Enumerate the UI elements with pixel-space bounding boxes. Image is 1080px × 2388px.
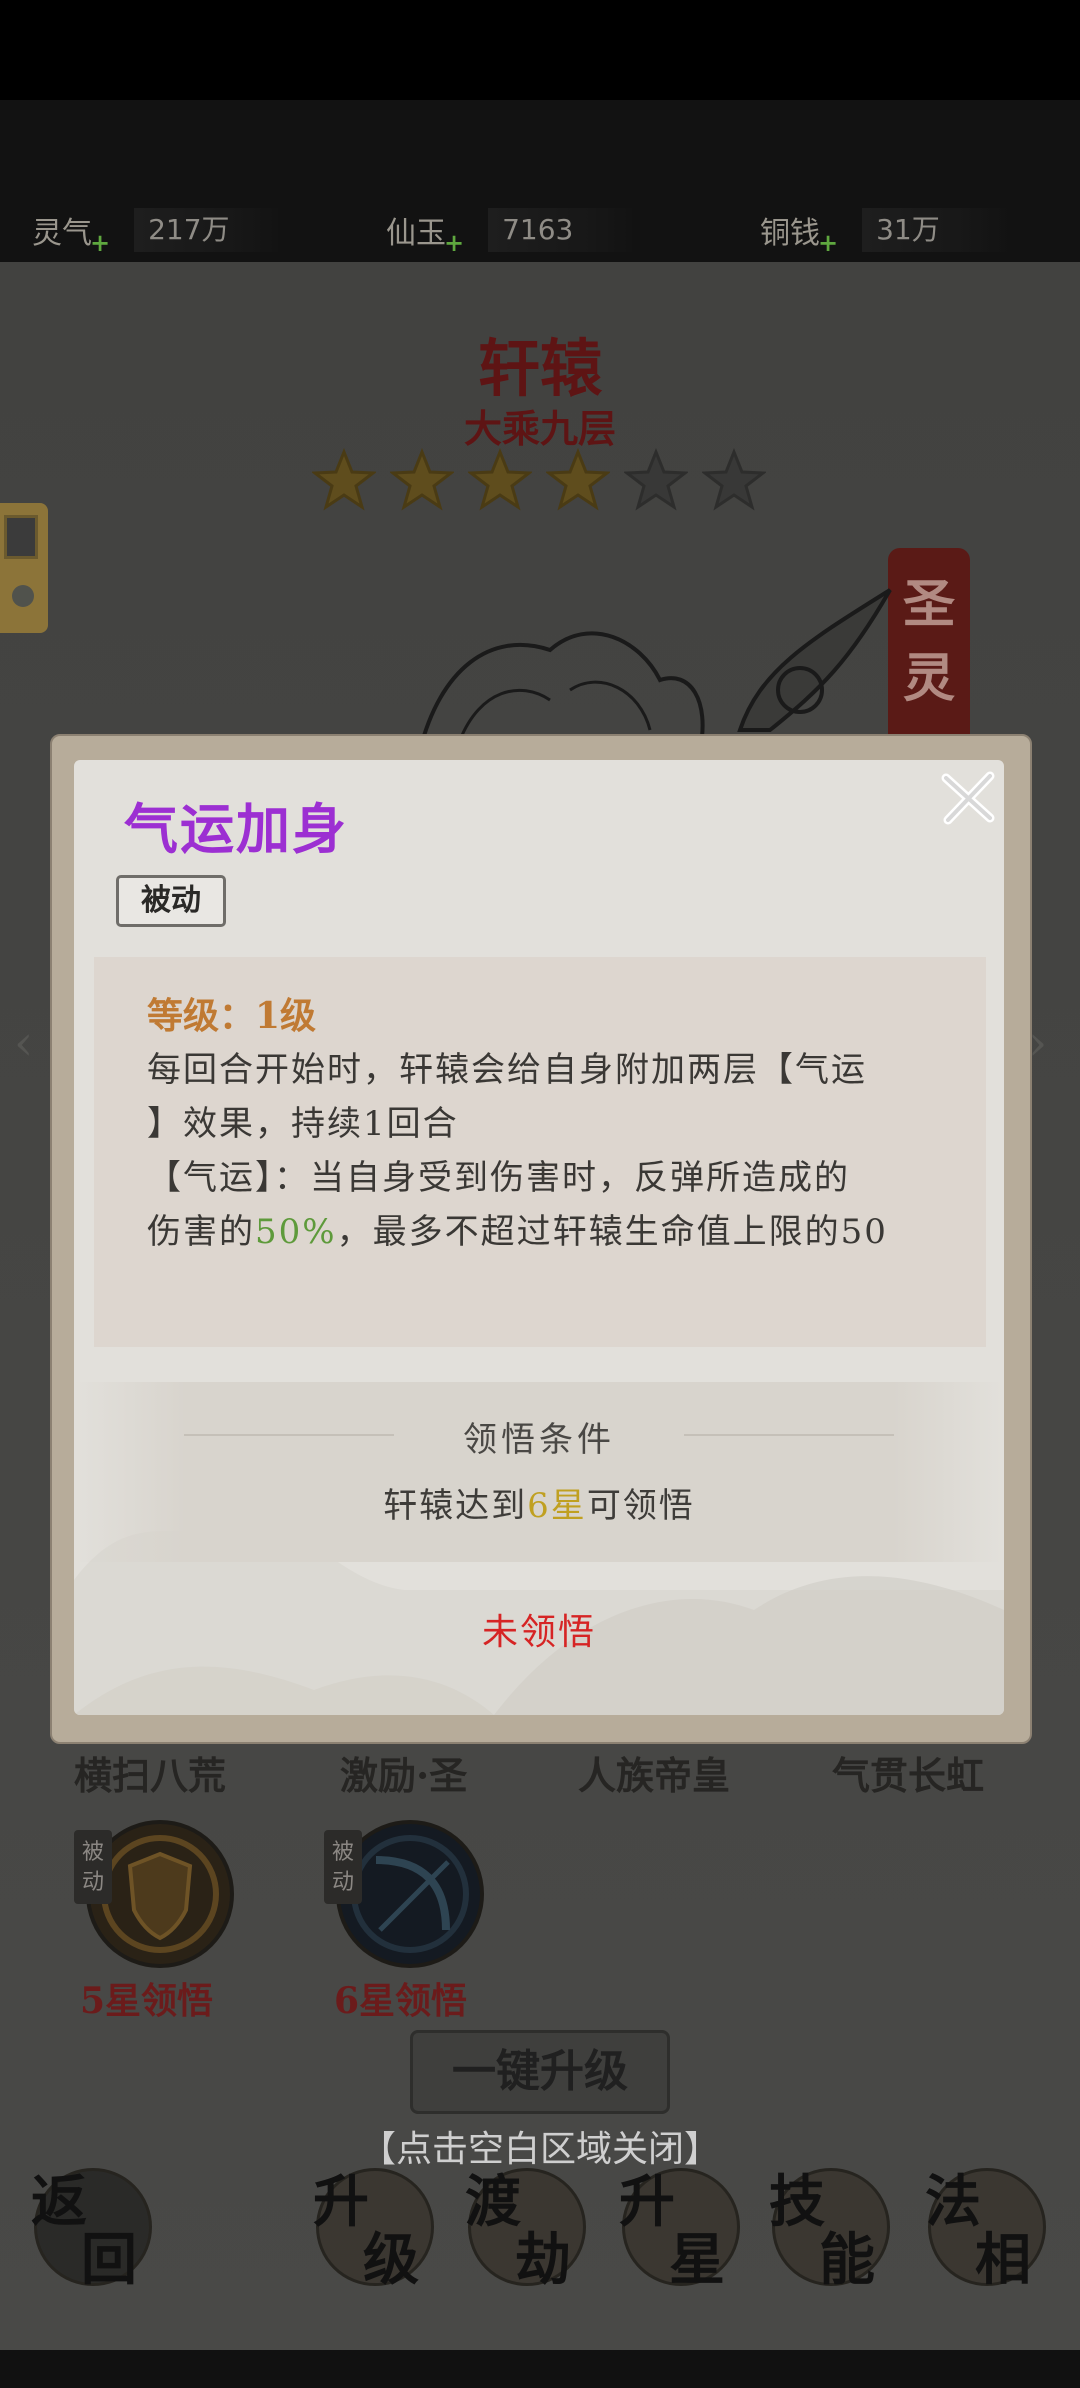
nav-char: 升	[619, 2169, 675, 2235]
currency-label: 仙玉	[386, 216, 446, 251]
condition-box: 领悟条件 轩辕达到6星可领悟	[74, 1382, 1004, 1562]
star-filled-icon	[468, 448, 532, 511]
locked-skill-bow[interactable]: 被动	[324, 1820, 484, 1968]
back-button[interactable]: 返 回	[31, 2168, 152, 2293]
nav-char: 法	[925, 2169, 981, 2235]
nav-char: 技	[769, 2169, 825, 2235]
condition-part: 轩辕达到	[383, 1486, 528, 1526]
description-line: 【气运】：当自身受到伤害时，反弹所造成的	[147, 1158, 850, 1198]
condition-text: 轩辕达到6星可领悟	[74, 1478, 1004, 1527]
description-box: 等级：1级 每回合开始时，轩辕会给自身附加两层【气运 】效果，持续1回合 【气运…	[94, 957, 986, 1347]
description-line: 】效果，持续1回合	[147, 1104, 459, 1144]
passive-tag: 被动	[324, 1830, 362, 1904]
condition-highlight: 6星	[527, 1486, 587, 1526]
nav-char: 星	[669, 2227, 725, 2293]
nav-tribulation-button[interactable]: 渡 劫	[465, 2168, 586, 2293]
star-filled-icon	[546, 448, 610, 511]
currency-lingqi[interactable]: 灵气 + 217万	[32, 205, 285, 257]
skill-name[interactable]: 横扫八荒	[74, 1745, 226, 1800]
skill-detail-dialog: 气运加身 被动 等级：1级 每回合开始时，轩辕会给自身附加两层【气运 】效果，持…	[74, 760, 1004, 1715]
nav-avatar-form-button[interactable]: 法 相	[925, 2168, 1046, 2293]
skill-name[interactable]: 人族帝皇	[578, 1745, 730, 1800]
currency-value: 217万	[134, 208, 285, 252]
phone-icon	[4, 515, 38, 559]
add-icon[interactable]: +	[90, 228, 110, 257]
nav-upgrade-button[interactable]: 升 级	[313, 2168, 434, 2293]
description-line: 伤害的50%，最多不超过轩辕生命值上限的50	[147, 1205, 947, 1259]
currency-value: 7163	[488, 208, 639, 252]
unlock-requirement: 6星领悟	[334, 1980, 468, 2022]
description-text: ，最多不超过轩辕生命值上限的50	[336, 1212, 888, 1252]
nav-char: 相	[975, 2227, 1031, 2293]
title-banner: 圣灵	[888, 548, 970, 748]
star-filled-icon	[312, 448, 376, 511]
nav-char: 升	[313, 2169, 369, 2235]
nav-char: 渡	[465, 2169, 521, 2235]
add-icon[interactable]: +	[444, 228, 464, 257]
condition-title: 领悟条件	[463, 1420, 615, 1460]
hero-name: 轩辕	[477, 332, 602, 405]
close-icon[interactable]	[936, 766, 1000, 830]
nav-char: 能	[819, 2227, 875, 2293]
star-filled-icon	[390, 448, 454, 511]
skill-level: 等级：1级	[147, 995, 317, 1037]
passive-tag: 被动	[116, 875, 226, 927]
nav-skills-button[interactable]: 技 能	[769, 2168, 890, 2293]
nav-star-up-button[interactable]: 升 星	[619, 2168, 740, 2293]
currency-value: 31万	[862, 208, 1013, 252]
currency-label: 灵气	[32, 216, 92, 251]
star-rating	[312, 448, 766, 512]
star-empty-icon	[624, 448, 688, 511]
skill-description: 每回合开始时，轩辕会给自身附加两层【气运 】效果，持续1回合 【气运】：当自身受…	[147, 1043, 947, 1259]
nav-char: 劫	[515, 2227, 571, 2293]
skill-name[interactable]: 激励·圣	[340, 1745, 467, 1800]
currency-tongqian[interactable]: 铜钱 + 31万	[760, 205, 1013, 257]
comprehend-status: 未领悟	[481, 1612, 596, 1653]
star-empty-icon	[702, 448, 766, 511]
skill-name[interactable]: 气贯长虹	[832, 1745, 984, 1800]
nav-char: 回	[81, 2227, 137, 2293]
nav-char: 返	[31, 2169, 87, 2235]
description-line: 每回合开始时，轩辕会给自身附加两层【气运	[147, 1050, 867, 1090]
side-menu-tab[interactable]	[0, 503, 48, 633]
currency-label: 铜钱	[760, 216, 820, 251]
chevron-left-icon[interactable]: ‹	[14, 1015, 33, 1071]
unlock-requirement: 5星领悟	[80, 1980, 214, 2022]
passive-tag: 被动	[74, 1830, 112, 1904]
upgrade-all-button[interactable]: 一键升级	[410, 2030, 670, 2114]
currency-xianyu[interactable]: 仙玉 + 7163	[386, 205, 639, 257]
skill-title: 气运加身	[124, 797, 348, 861]
status-bar	[0, 0, 1080, 100]
highlight-value: 50%	[255, 1212, 337, 1252]
locked-skill-shield[interactable]: 被动	[74, 1820, 234, 1968]
dot-icon	[12, 585, 34, 607]
condition-part: 可领悟	[586, 1486, 695, 1526]
hero-rank: 大乘九层	[463, 406, 616, 451]
nav-char: 级	[363, 2227, 419, 2293]
description-text: 伤害的	[147, 1212, 255, 1252]
close-hint: 【点击空白区域关闭】	[359, 2129, 720, 2170]
add-icon[interactable]: +	[818, 228, 838, 257]
weapon-artwork	[737, 588, 892, 732]
bottom-strip	[0, 2350, 1080, 2388]
